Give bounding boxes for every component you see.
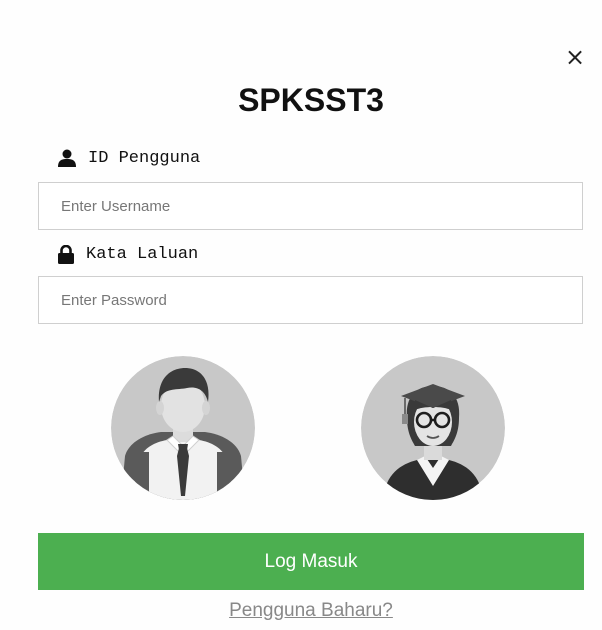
- graduate-avatar[interactable]: [361, 356, 505, 500]
- login-button[interactable]: Log Masuk: [38, 533, 584, 590]
- lock-icon: [58, 244, 74, 264]
- student-avatar-icon: [111, 356, 255, 500]
- student-avatar[interactable]: [111, 356, 255, 500]
- password-label: Kata Laluan: [58, 242, 198, 266]
- login-modal: × SPKSST3 ID Pengguna Kata Laluan: [0, 0, 602, 630]
- password-label-text: Kata Laluan: [86, 244, 199, 264]
- new-user-link[interactable]: Pengguna Baharu?: [0, 598, 602, 624]
- password-input[interactable]: [38, 276, 583, 324]
- username-label-text: ID Pengguna: [88, 148, 201, 168]
- username-label: ID Pengguna: [58, 146, 200, 170]
- user-icon: [58, 149, 76, 167]
- graduate-avatar-icon: [361, 356, 505, 500]
- page-title: SPKSST3: [238, 82, 384, 118]
- username-input[interactable]: [38, 182, 583, 230]
- close-button[interactable]: ×: [560, 40, 590, 74]
